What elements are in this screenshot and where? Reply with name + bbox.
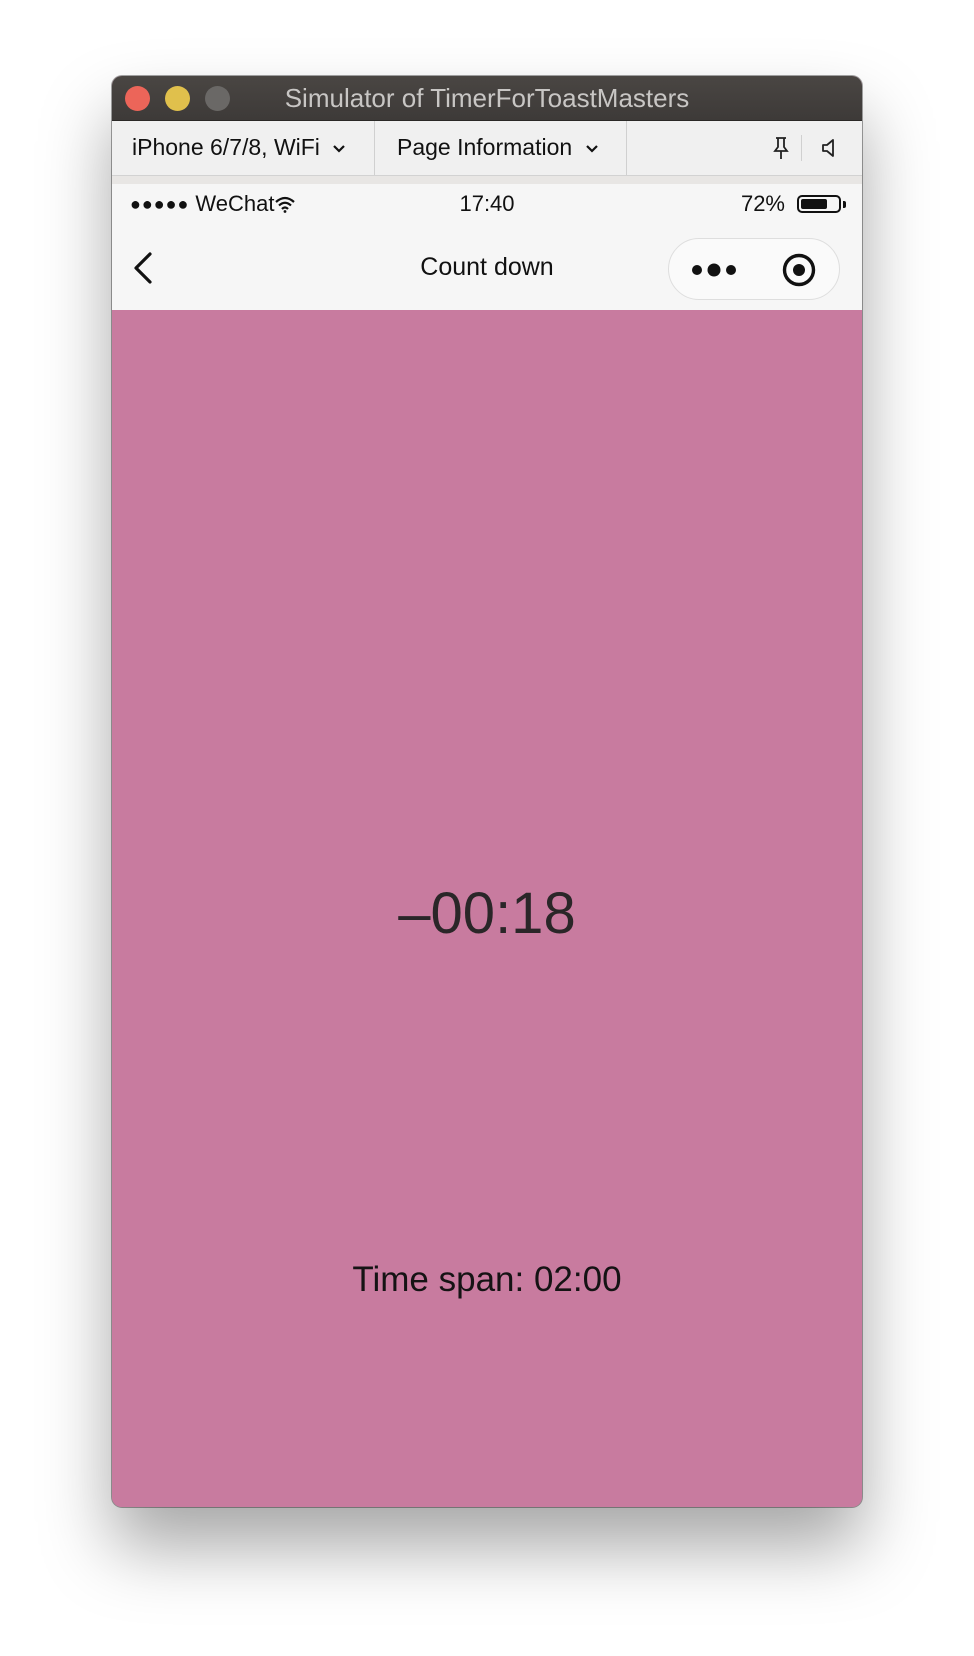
device-frame-strip <box>112 176 862 184</box>
simulator-window: Simulator of TimerForToastMasters iPhone… <box>112 76 862 1507</box>
battery-icon <box>797 195 841 213</box>
countdown-page: –00:18 Time span: 02:00 <box>112 310 862 1507</box>
target-icon[interactable] <box>781 252 817 288</box>
toolbar-divider <box>626 121 627 175</box>
chevron-down-icon <box>333 145 346 153</box>
device-selector-label: iPhone 6/7/8, WiFi <box>132 134 320 160</box>
toolbar-divider <box>801 135 802 161</box>
battery-level-fill <box>801 199 827 209</box>
chevron-down-icon <box>585 145 598 153</box>
device-selector[interactable]: iPhone 6/7/8, WiFi <box>132 121 346 175</box>
title-bar: Simulator of TimerForToastMasters <box>112 76 862 121</box>
page-information-selector[interactable]: Page Information <box>397 121 599 175</box>
battery-percent: 72% <box>740 191 785 216</box>
toolbar-divider <box>374 121 375 175</box>
navigation-bar: Count down <box>112 224 862 310</box>
speaker-icon[interactable] <box>817 134 845 162</box>
status-right: 72% <box>741 184 846 224</box>
simulator-toolbar: iPhone 6/7/8, WiFi Page Information <box>112 121 862 176</box>
battery-cap <box>843 200 846 208</box>
time-span-label: Time span: 02:00 <box>352 1260 622 1299</box>
window-title: Simulator of TimerForToastMasters <box>284 83 690 113</box>
phone-status-bar: ●●●●● WeChat 17:40 72% <box>112 184 862 224</box>
menu-capsule <box>668 238 840 300</box>
pin-icon[interactable] <box>767 134 795 162</box>
page-information-label: Page Information <box>397 134 573 160</box>
countdown-display: –00:18 <box>398 881 576 946</box>
more-icon[interactable] <box>689 257 739 283</box>
